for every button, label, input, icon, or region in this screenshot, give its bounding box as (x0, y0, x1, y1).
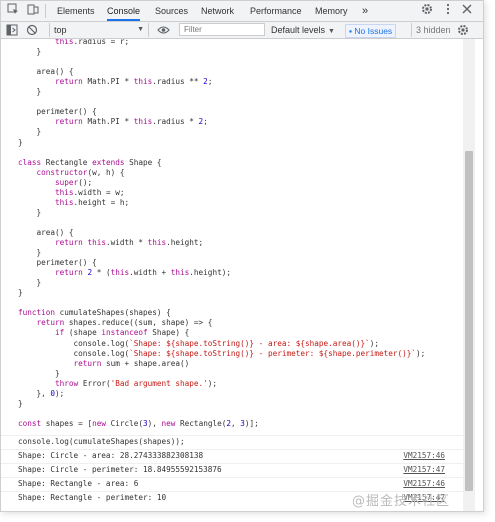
log-levels-dropdown[interactable]: Default levels ▼ (271, 22, 341, 38)
log-row: Shape: Circle - perimeter: 18.8495559215… (1, 462, 463, 476)
tab-console[interactable]: Console (107, 1, 141, 21)
code-line: } (18, 127, 42, 137)
close-icon[interactable] (459, 3, 475, 19)
filter-input[interactable] (179, 23, 265, 36)
code-line: } (18, 398, 23, 408)
code-line: if (shape instanceof Shape) { (55, 328, 190, 338)
code-line: return 2 * (this.width + this.height); (55, 268, 231, 278)
log-row: Shape: Circle - area: 28.274333882308138… (1, 448, 463, 462)
log-message: Shape: Circle - area: 28.274333882308138 (18, 450, 204, 460)
code-line: } (18, 368, 60, 378)
code-line: return sum + shape.area() (73, 358, 190, 368)
tab-sources[interactable]: Sources (155, 1, 188, 21)
device-toolbar-icon[interactable] (25, 3, 41, 19)
code-line: return this.width * this.height; (55, 238, 204, 247)
code-line: constructor(w, h) { (36, 167, 125, 177)
devtools-tabbar: Elements Console Sources Network Perform… (1, 1, 483, 22)
code-line: area() { (18, 67, 74, 77)
code-line: console.log(`Shape: ${shape.toString()} … (18, 338, 380, 348)
log-source-link[interactable]: VM2157:46 (403, 450, 445, 462)
more-tabs-button[interactable]: » (362, 1, 368, 21)
code-line: area() { (18, 227, 74, 237)
input-line-text: console.log(cumulateShapes(shapes)); (18, 436, 185, 446)
code-line: console.log(`Shape: ${shape.toString()} … (18, 348, 426, 358)
tab-network[interactable]: Network (201, 1, 234, 21)
settings-gear-icon[interactable] (419, 3, 435, 19)
log-message: Shape: Circle - perimeter: 18.8495559215… (18, 464, 222, 474)
code-line: } (18, 207, 42, 217)
code-line: perimeter() { (18, 107, 97, 117)
issues-label: No Issues (354, 26, 393, 36)
log-source-link[interactable]: VM2157:47 (403, 464, 445, 476)
hidden-messages-count: 3 hidden (416, 25, 451, 35)
code-line: const shapes = [new Circle(3), new Recta… (18, 418, 259, 428)
scrollbar-thumb[interactable] (465, 151, 473, 491)
log-message: Shape: Rectangle - perimeter: 10 (18, 492, 167, 502)
execution-context-select[interactable]: top ▼ (49, 23, 149, 37)
console-settings-gear-icon[interactable] (457, 22, 469, 38)
log-source-link[interactable]: VM2157:46 (403, 478, 445, 490)
code-line: } (18, 288, 23, 298)
divider (411, 23, 412, 37)
tab-performance[interactable]: Performance (250, 1, 302, 21)
inspect-element-icon[interactable] (5, 3, 21, 19)
code-line: function cumulateShapes(shapes) { (18, 308, 171, 318)
code-line: }, 0); (18, 388, 65, 398)
sidebar-toggle-icon[interactable] (6, 22, 18, 38)
tab-elements[interactable]: Elements (57, 1, 95, 21)
chevron-down-icon: ▼ (137, 26, 144, 33)
code-line: return shapes.reduce((sum, shape) => { (36, 318, 213, 328)
console-output[interactable]: this.radius = r; } area() { return Math.… (1, 39, 463, 511)
console-scrollbar[interactable] (463, 39, 475, 511)
chevron-down-icon: ▼ (328, 28, 335, 35)
tab-memory[interactable]: Memory (315, 1, 348, 21)
context-value: top (54, 25, 67, 35)
code-line: this.width = w; (55, 187, 125, 197)
code-line: } (18, 248, 42, 258)
divider (45, 4, 46, 18)
console-toolbar: top ▼ Default levels▼ ▪ No Issues 3 hidd… (1, 22, 483, 39)
console-input-echo: console.log(cumulateShapes(shapes)); (1, 434, 463, 448)
devtools-window: Elements Console Sources Network Perform… (0, 0, 484, 512)
more-options-icon[interactable] (440, 3, 456, 19)
code-line: this.radius = r; (55, 39, 130, 46)
log-levels-label: Default levels (271, 25, 326, 35)
code-line: perimeter() { (18, 258, 97, 268)
code-line: } (18, 278, 42, 288)
live-expression-eye-icon[interactable] (157, 22, 170, 38)
code-line: this.height = h; (55, 197, 130, 207)
code-line: } (18, 87, 42, 97)
code-line: super(); (55, 177, 93, 187)
code-line: } (18, 137, 23, 147)
code-line: return Math.PI * this.radius ** 2; (55, 77, 213, 87)
code-line: throw Error('Bad argument shape.'); (55, 378, 218, 388)
issues-icon: ▪ (349, 26, 353, 36)
log-row: Shape: Rectangle - area: 6 VM2157:46 (1, 476, 463, 490)
code-line: } (18, 47, 42, 57)
code-line: return Math.PI * this.radius * 2; (55, 117, 208, 127)
log-message: Shape: Rectangle - area: 6 (18, 478, 139, 488)
issues-button[interactable]: ▪ No Issues (345, 24, 397, 38)
code-line: class Rectangle extends Shape { (18, 157, 162, 167)
watermark-text: @掘金技术社区 (352, 494, 451, 509)
clear-console-icon[interactable] (26, 22, 38, 38)
